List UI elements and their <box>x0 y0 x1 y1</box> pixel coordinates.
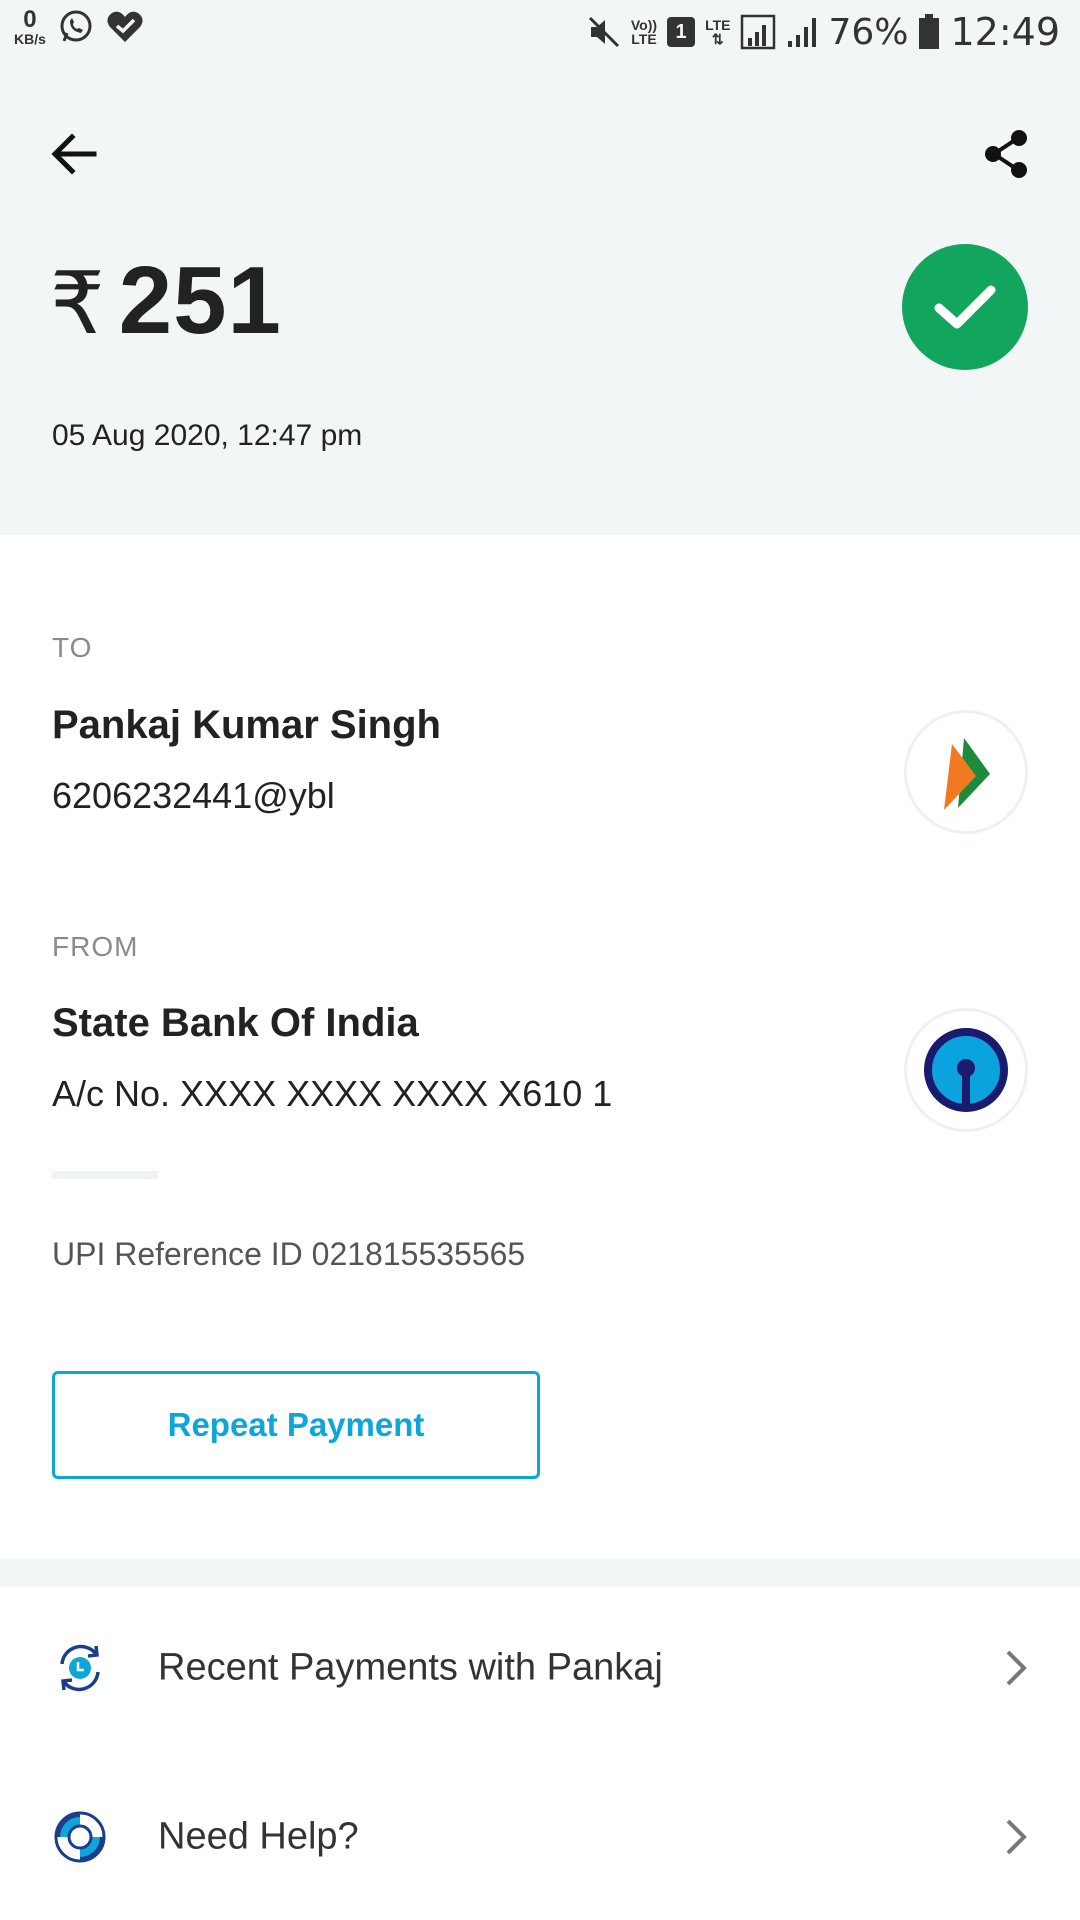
checkmark-icon <box>934 285 996 329</box>
volte-bottom: LTE <box>631 31 657 47</box>
volte-top: Vo)) <box>630 17 658 33</box>
status-right: Vo)) LTE 1 LTE ⇅ 76% 12:49 <box>587 10 1060 54</box>
upi-reference-id: UPI Reference ID 021815535565 <box>52 1236 526 1272</box>
section-divider <box>52 1171 158 1179</box>
lifebuoy-icon <box>54 1811 106 1863</box>
payee-upi-id: 6206232441@ybl <box>52 775 335 816</box>
payer-account: A/c No. XXXX XXXX XXXX X610 1 <box>52 1073 613 1114</box>
payer-bank-name: State Bank Of India <box>52 1001 419 1045</box>
battery-percent: 76% <box>828 11 909 53</box>
currency-symbol: ₹ <box>50 254 105 354</box>
data-rate-unit: KB/s <box>14 31 46 47</box>
status-bar: 0 KB/s Vo)) LTE 1 LTE ⇅ 76% 12:49 <box>0 0 1080 64</box>
chevron-right-icon <box>1006 1650 1027 1686</box>
lte-indicator: LTE ⇅ <box>705 18 730 46</box>
share-button[interactable] <box>976 124 1036 184</box>
recent-payments-row[interactable]: Recent Payments with Pankaj <box>0 1588 1080 1748</box>
lte-arrows: ⇅ <box>711 31 724 47</box>
payee-name: Pankaj Kumar Singh <box>52 703 441 747</box>
lte-label: LTE <box>705 17 731 33</box>
signal-icon-sim2 <box>788 18 817 47</box>
recent-payments-label: Recent Payments with Pankaj <box>158 1646 663 1689</box>
signal-icon-sim1 <box>741 14 776 50</box>
battery-icon <box>919 14 940 49</box>
to-label: TO <box>52 632 93 663</box>
arrow-left-icon <box>51 133 97 175</box>
sbi-icon <box>924 1028 1008 1112</box>
from-label: FROM <box>52 931 139 962</box>
status-left: 0 KB/s <box>14 8 144 46</box>
back-button[interactable] <box>44 124 104 184</box>
whatsapp-icon <box>60 10 92 42</box>
sim-badge: 1 <box>667 17 696 47</box>
heart-check-icon <box>107 11 143 42</box>
recent-payments-icon <box>60 1644 100 1692</box>
success-badge <box>902 244 1028 370</box>
share-icon <box>985 130 1027 178</box>
transaction-datetime: 05 Aug 2020, 12:47 pm <box>52 419 363 452</box>
bhim-upi-icon <box>944 738 990 810</box>
need-help-row[interactable]: Need Help? <box>0 1757 1080 1917</box>
payer-bank-logo <box>904 1008 1028 1132</box>
sim-number: 1 <box>675 20 687 43</box>
volte-indicator: Vo)) LTE <box>631 18 657 46</box>
chevron-right-icon <box>1006 1819 1027 1855</box>
section-separator <box>0 1559 1080 1587</box>
transaction-header: ₹ 251 05 Aug 2020, 12:47 pm <box>0 64 1080 535</box>
mute-icon <box>588 16 619 48</box>
data-rate-indicator: 0 KB/s <box>14 6 46 47</box>
need-help-label: Need Help? <box>158 1815 359 1858</box>
payee-logo <box>904 710 1028 834</box>
amount-value: 251 <box>118 247 282 354</box>
amount-display: ₹ 251 <box>50 246 282 356</box>
repeat-payment-button[interactable]: Repeat Payment <box>52 1371 540 1479</box>
data-rate-value: 0 <box>23 6 37 33</box>
clock: 12:49 <box>950 10 1060 54</box>
